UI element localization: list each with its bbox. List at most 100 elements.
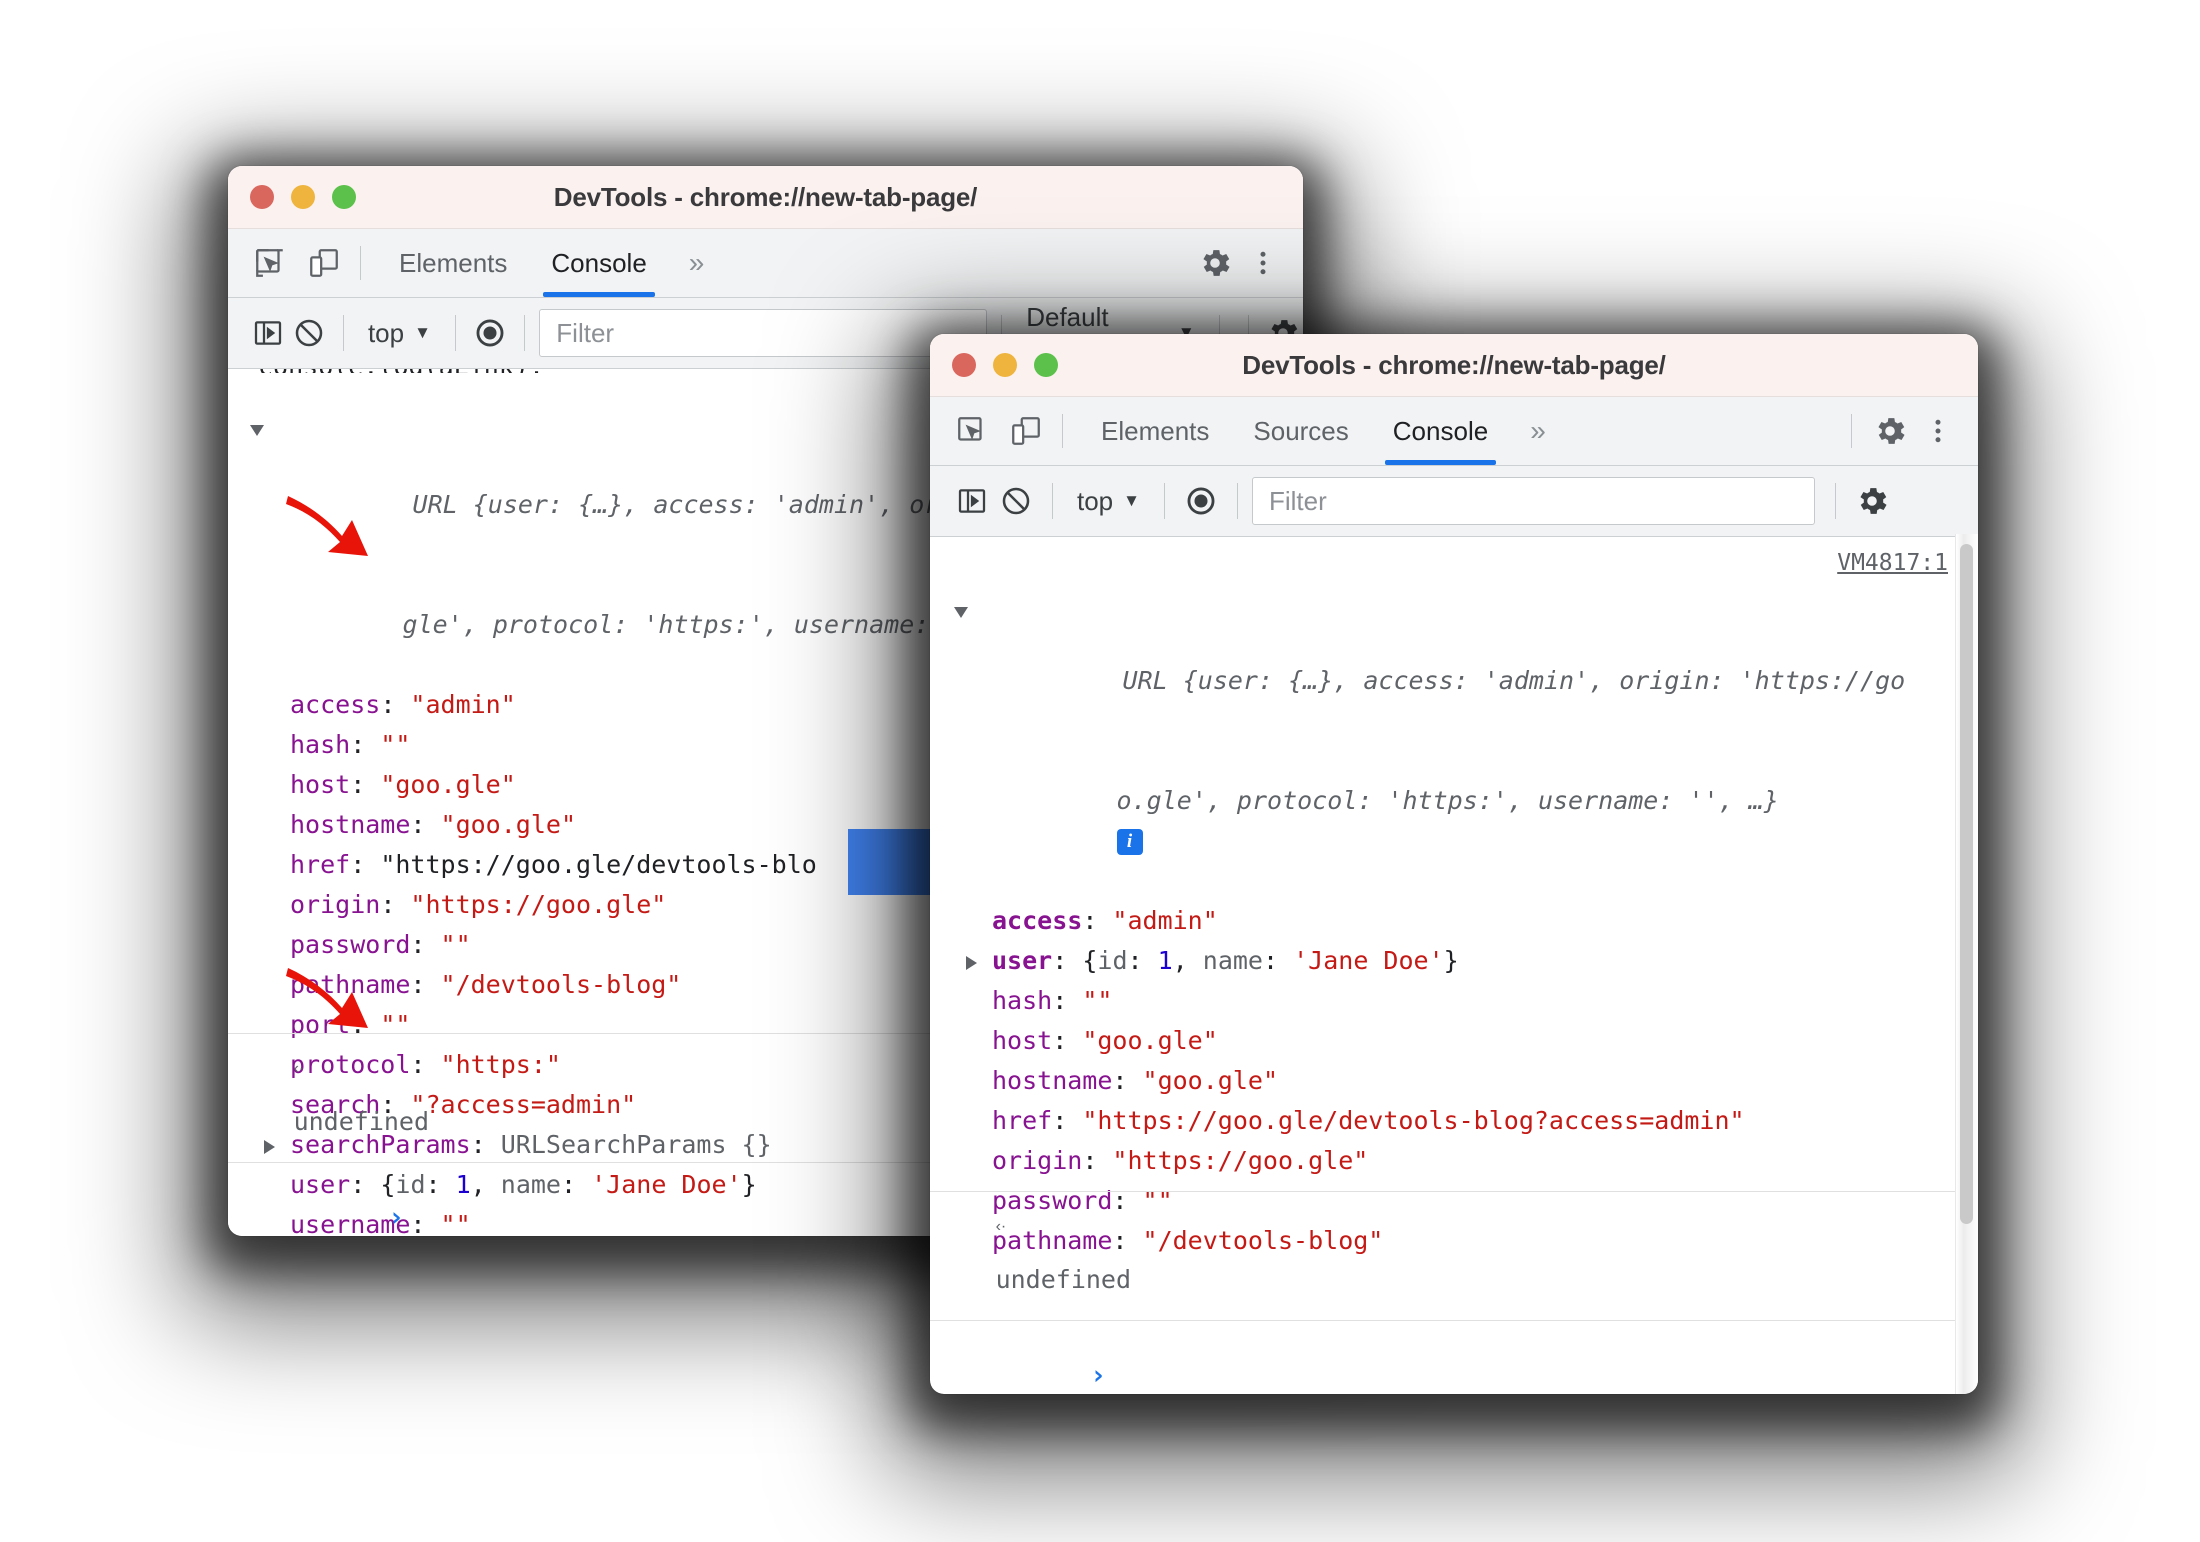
result-marker-icon: ‹· [995, 1218, 1007, 1235]
front-filter-input[interactable]: Filter [1251, 477, 1815, 525]
screenshot-stage: DevTools - chrome://new-tab-page/ Elemen… [0, 0, 2200, 1542]
result-value: undefined [995, 1265, 1132, 1294]
tab-elements[interactable]: Elements [1079, 397, 1231, 465]
result-marker-icon: ‹· [293, 1060, 305, 1077]
expand-triangle-icon[interactable] [966, 956, 977, 970]
more-vertical-icon[interactable] [1243, 243, 1283, 283]
property-key: origin [290, 890, 381, 919]
context-label: top [367, 317, 405, 348]
back-traffic-lights[interactable] [228, 185, 356, 209]
front-object-header-line2[interactable]: o.gle', protocol: 'https:', username: ''… [930, 741, 1978, 901]
property-colon: : [1052, 1106, 1083, 1135]
result-value: undefined [293, 1107, 430, 1136]
property-key: user [992, 946, 1053, 975]
chevron-down-icon: ▼ [1123, 491, 1140, 510]
property-key: origin [992, 1146, 1083, 1175]
tab-console[interactable]: Console [529, 229, 668, 297]
live-expression-icon[interactable] [1179, 479, 1223, 523]
minimize-button[interactable] [291, 185, 315, 209]
device-toolbar-icon[interactable] [304, 243, 344, 283]
property-value-token: name [1202, 946, 1263, 975]
inspect-element-icon[interactable] [250, 243, 290, 283]
front-console-filterbar: top ▼ Filter [930, 466, 1978, 537]
property-row[interactable]: user: {id: 1, name: 'Jane Doe'} [930, 941, 1978, 981]
property-row[interactable]: access: "admin" [930, 901, 1978, 941]
property-colon: : [1082, 906, 1113, 935]
tab-sources[interactable]: Sources [1231, 397, 1370, 465]
live-expression-icon[interactable] [470, 311, 511, 355]
front-panel-tabbar: Elements Sources Console » [930, 397, 1978, 466]
clear-console-icon[interactable] [289, 311, 330, 355]
property-row[interactable]: hostname: "goo.gle" [930, 1061, 1978, 1101]
property-value-token: 'Jane Doe' [1293, 946, 1444, 975]
clear-console-icon[interactable] [994, 479, 1038, 523]
property-value-token: } [1443, 946, 1459, 975]
prompt-marker-icon: › [1090, 1360, 1107, 1391]
property-key: hash [290, 730, 351, 759]
property-value: "" [440, 930, 471, 959]
execution-context-selector[interactable]: top ▼ [358, 318, 441, 349]
back-titlebar: DevTools - chrome://new-tab-page/ [228, 166, 1303, 229]
more-vertical-icon[interactable] [1918, 411, 1958, 451]
back-tabs[interactable]: Elements Console » [377, 229, 724, 297]
context-label: top [1077, 485, 1114, 516]
front-tabs[interactable]: Elements Sources Console » [1079, 397, 1566, 465]
close-button[interactable] [250, 185, 274, 209]
zoom-button[interactable] [1034, 353, 1058, 377]
property-colon: : [1112, 1066, 1143, 1095]
property-value: "goo.gle" [1082, 1026, 1218, 1055]
property-row[interactable]: href: "https://goo.gle/devtools-blog?acc… [930, 1101, 1978, 1141]
property-colon: : [380, 890, 411, 919]
property-value: "goo.gle" [440, 810, 576, 839]
property-key: href [290, 850, 351, 879]
console-sidebar-icon[interactable] [950, 479, 994, 523]
front-log-group[interactable]: URL {user: {…}, access: 'admin', origin:… [930, 537, 1978, 1255]
gear-icon[interactable] [1850, 479, 1894, 523]
front-traffic-lights[interactable] [930, 353, 1058, 377]
property-value: "goo.gle" [380, 770, 516, 799]
front-titlebar: DevTools - chrome://new-tab-page/ [930, 334, 1978, 397]
execution-context-selector[interactable]: top ▼ [1067, 486, 1150, 517]
filter-placeholder: Filter [556, 317, 615, 348]
property-value: "/devtools-blog" [440, 970, 682, 999]
minimize-button[interactable] [993, 353, 1017, 377]
info-badge-icon[interactable]: i [1116, 829, 1143, 855]
tab-elements[interactable]: Elements [377, 229, 529, 297]
back-filter-input[interactable]: Filter [539, 309, 988, 357]
tab-console[interactable]: Console [1371, 397, 1510, 465]
more-tabs-chevron-icon[interactable]: » [669, 229, 725, 297]
property-key: hostname [992, 1066, 1113, 1095]
expand-triangle-icon[interactable] [250, 425, 264, 436]
property-key: pathname [290, 970, 411, 999]
property-colon: : [350, 770, 381, 799]
header-line2-text: o.gle', protocol: 'https:', username: ''… [1116, 786, 1779, 815]
property-row[interactable]: origin: "https://goo.gle" [930, 1141, 1978, 1181]
close-button[interactable] [952, 353, 976, 377]
inspect-element-icon[interactable] [952, 411, 992, 451]
property-row[interactable]: hash: "" [930, 981, 1978, 1021]
property-value-token: 1 [1157, 946, 1173, 975]
property-value: "goo.gle" [1142, 1066, 1278, 1095]
front-object-header-line1[interactable]: URL {user: {…}, access: 'admin', origin:… [930, 581, 1978, 741]
more-tabs-chevron-icon[interactable]: » [1510, 397, 1566, 465]
devtools-window-after[interactable]: DevTools - chrome://new-tab-page/ Elemen… [930, 334, 1978, 1394]
gear-icon[interactable] [1195, 243, 1235, 283]
front-prompt-row[interactable]: › [930, 1320, 1978, 1394]
console-sidebar-icon[interactable] [248, 311, 289, 355]
front-result-row: ‹· undefined [930, 1191, 1978, 1320]
property-key: href [992, 1106, 1053, 1135]
filter-placeholder: Filter [1268, 485, 1327, 516]
front-scrollbar-thumb[interactable] [1960, 544, 1973, 1224]
expand-triangle-icon[interactable] [954, 607, 968, 618]
front-vertical-scrollbar[interactable] [1955, 534, 1978, 1394]
property-value: "" [380, 730, 411, 759]
gear-icon[interactable] [1870, 411, 1910, 451]
property-key: host [992, 1026, 1053, 1055]
device-toolbar-icon[interactable] [1006, 411, 1046, 451]
property-key: password [290, 930, 411, 959]
zoom-button[interactable] [332, 185, 356, 209]
property-row[interactable]: host: "goo.gle" [930, 1021, 1978, 1061]
property-value: "https://goo.gle/devtools-blog?access=ad… [1082, 1106, 1745, 1135]
front-console-output[interactable]: VM4817:1 URL {user: {…}, access: 'admin'… [930, 537, 1978, 1255]
property-value-token: { [1082, 946, 1098, 975]
